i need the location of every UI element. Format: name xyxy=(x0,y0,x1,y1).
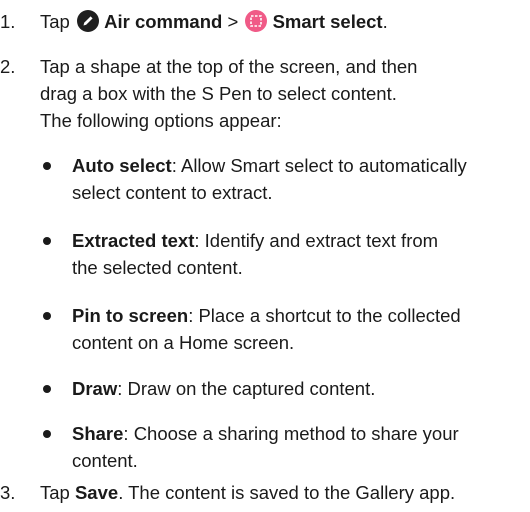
step-number: 1. xyxy=(0,11,16,32)
breadcrumb-separator: > xyxy=(227,11,239,32)
option-desc: : Draw on the captured content. xyxy=(117,378,376,399)
option-desc: : Allow Smart select to automatically xyxy=(171,155,467,176)
save-label: Save xyxy=(74,482,119,503)
step-text-line: Tap a shape at the top of the screen, an… xyxy=(40,56,418,77)
pen-icon xyxy=(76,10,99,32)
option-desc: : Identify and extract text from xyxy=(194,230,439,251)
step-text-line: The following options appear: xyxy=(40,110,282,131)
option-desc-line: select content to extract. xyxy=(72,182,273,203)
option-term: Auto select xyxy=(72,155,172,176)
air-command-label: Air command xyxy=(104,11,223,32)
tap-word: Tap xyxy=(40,11,70,32)
option-term: Extracted text xyxy=(72,230,195,251)
bullet xyxy=(43,162,51,170)
bullet xyxy=(43,430,51,438)
step-text-rest: . The content is saved to the Gallery ap… xyxy=(118,482,456,503)
option-term: Share xyxy=(72,423,124,444)
smart-select-label: Smart select xyxy=(272,11,383,32)
option-desc: : Place a shortcut to the collected xyxy=(188,305,461,326)
step-text: Tap Air command > Smart select. xyxy=(40,8,526,35)
tap-word: Tap xyxy=(40,482,70,503)
step-number: 2. xyxy=(0,56,16,77)
bullet xyxy=(43,237,51,245)
step-number: 3. xyxy=(0,482,16,503)
period: . xyxy=(382,11,388,32)
option-term: Pin to screen xyxy=(72,305,189,326)
step-text-line: drag a box with the S Pen to select cont… xyxy=(40,83,397,104)
option-desc-line: the selected content. xyxy=(72,257,243,278)
bullet xyxy=(43,312,51,320)
option-desc-line: content on a Home screen. xyxy=(72,332,295,353)
step-text: Tap a shape at the top of the screen, an… xyxy=(40,53,526,134)
step-text: Tap Save. The content is saved to the Ga… xyxy=(40,479,526,506)
bullet xyxy=(43,385,51,393)
option-desc-line: content. xyxy=(72,450,138,471)
option-term: Draw xyxy=(72,378,118,399)
option-desc: : Choose a sharing method to share your xyxy=(123,423,459,444)
smart-select-icon xyxy=(245,10,268,32)
